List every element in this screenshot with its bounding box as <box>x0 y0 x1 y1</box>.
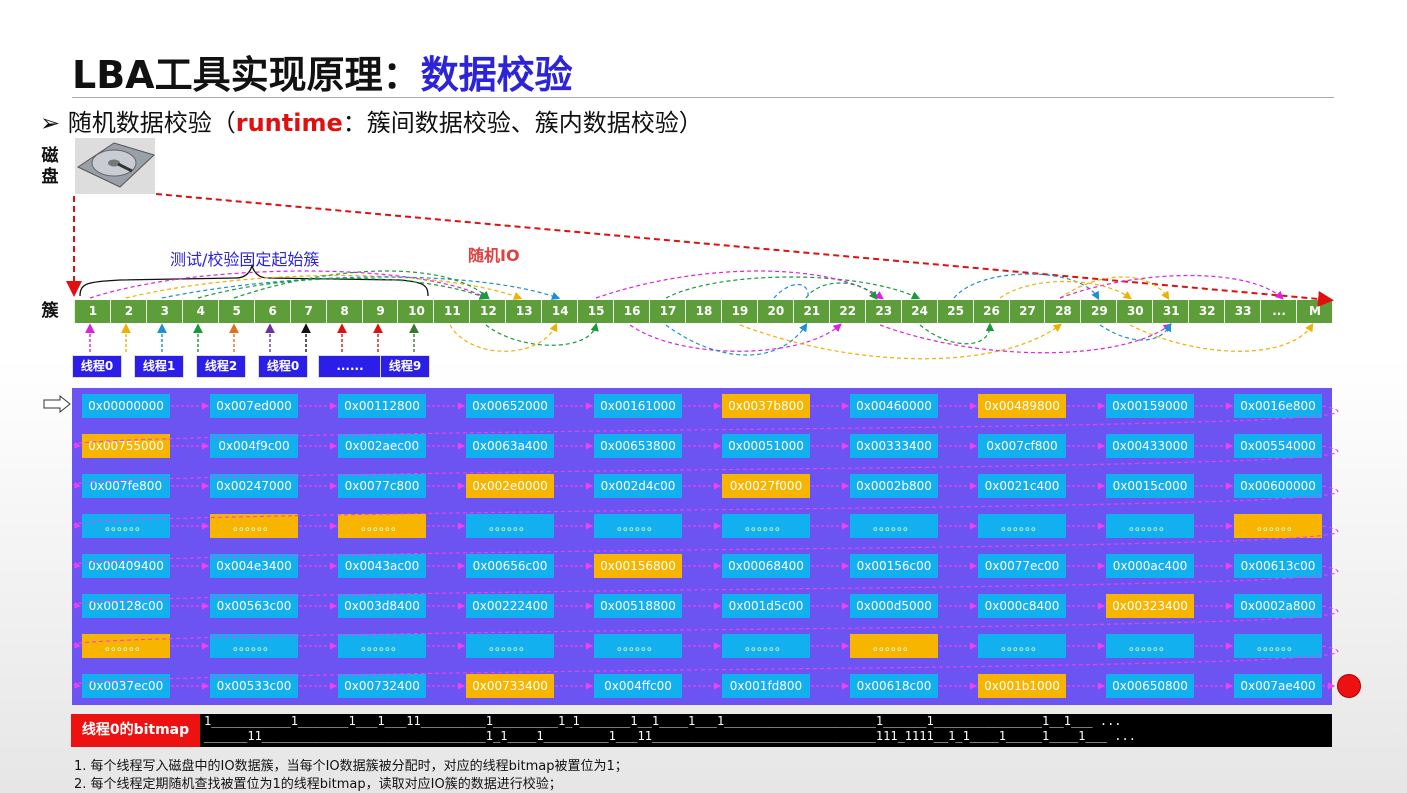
row-wrap-arrow <box>73 485 1339 529</box>
bitmap-label: 线程0的bitmap <box>71 714 200 747</box>
note-1: 1. 每个线程写入磁盘中的IO数据簇，当每个IO数据簇被分配时，对应的线程bit… <box>74 759 628 774</box>
bitmap-bar: 1___________1_______1___1___11_________1… <box>200 714 1332 747</box>
grid-arrow-overlay <box>73 402 1339 690</box>
bitmap-line-1: 1___________1_______1___1___11_________1… <box>204 714 1122 728</box>
note-2: 2. 每个线程定期随机查找被置位为1的线程bitmap，读取对应IO簇的数据进行… <box>74 777 562 792</box>
row-wrap-arrow <box>73 605 1339 649</box>
row-wrap-arrow <box>73 565 1339 609</box>
row-wrap-arrow <box>73 405 1339 449</box>
bitmap-line-2: ______11_______________________________1… <box>204 729 1136 743</box>
row-wrap-arrow <box>73 525 1339 569</box>
end-marker-icon <box>1337 674 1361 698</box>
row-wrap-arrow <box>73 645 1339 689</box>
row-wrap-arrow <box>73 445 1339 489</box>
